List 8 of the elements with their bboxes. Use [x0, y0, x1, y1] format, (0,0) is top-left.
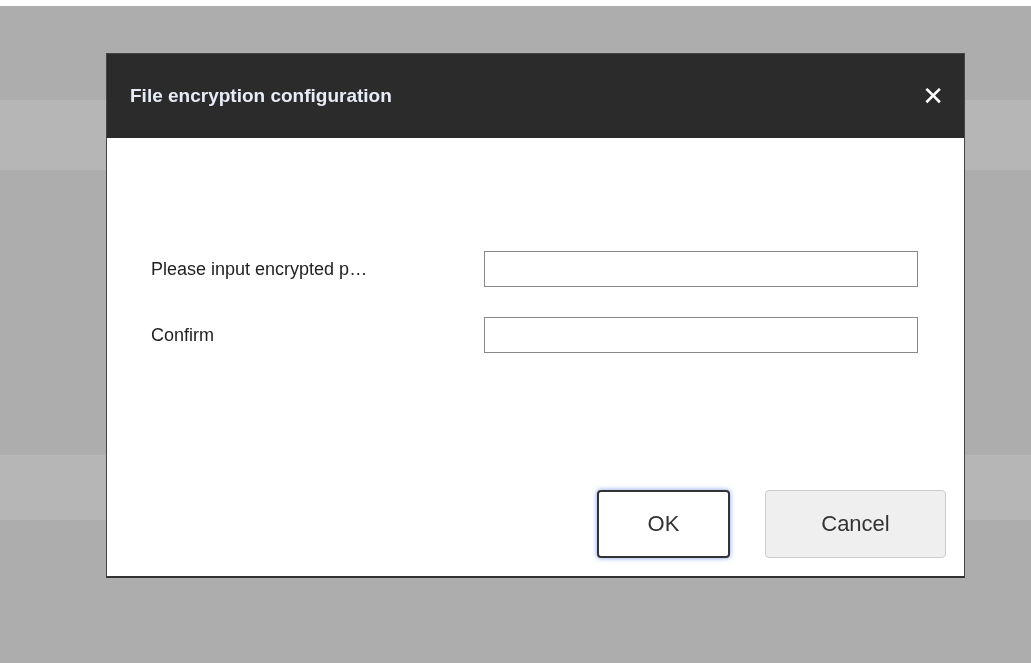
field-label: Confirm: [151, 324, 215, 346]
field-label: Please input encrypted p…: [151, 258, 369, 280]
dialog-title: File encryption configuration: [130, 85, 392, 107]
cancel-button[interactable]: Cancel: [765, 490, 946, 558]
input-field[interactable]: [483, 251, 918, 287]
ok-button[interactable]: OK: [597, 490, 730, 558]
input-field[interactable]: [483, 317, 918, 353]
close-button[interactable]: ✕: [922, 83, 944, 109]
